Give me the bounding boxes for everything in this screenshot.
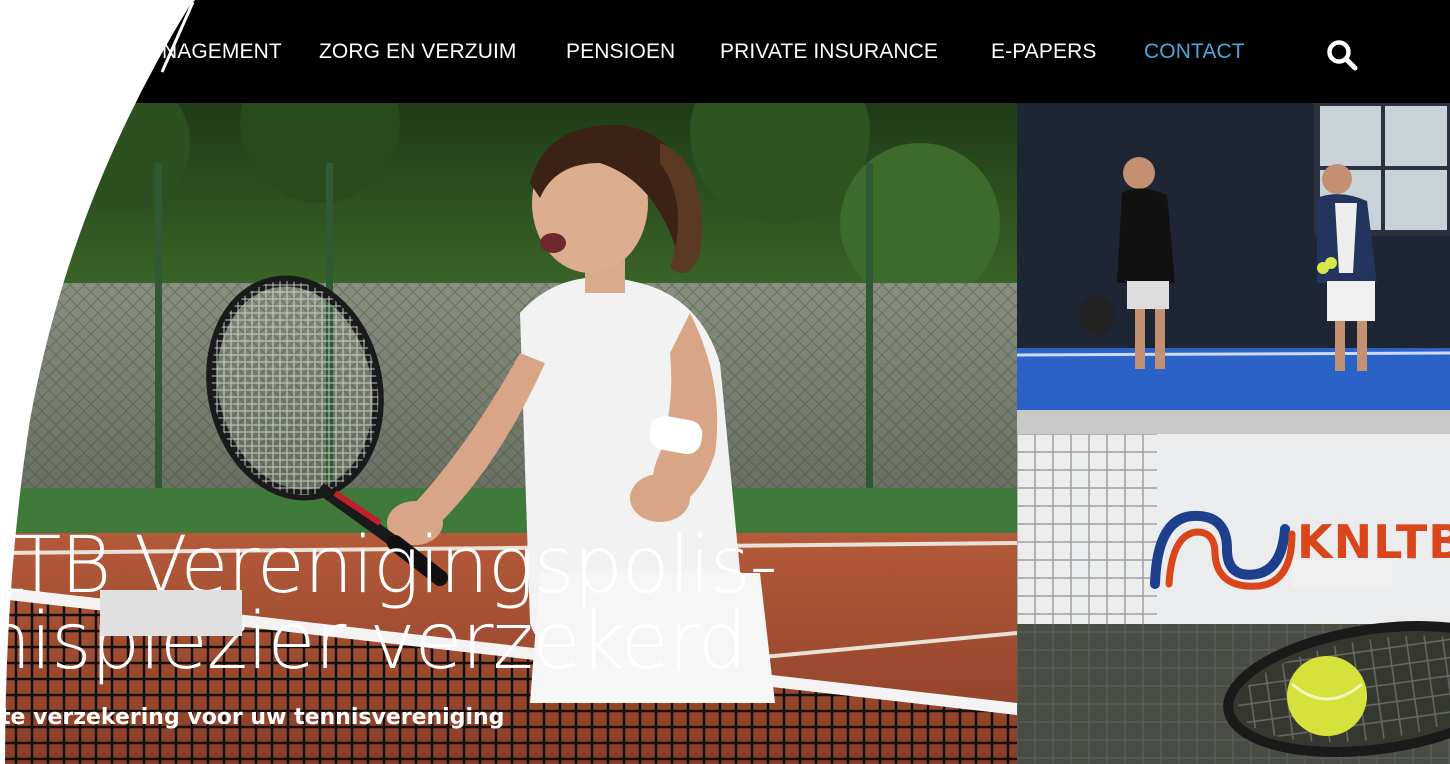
top-navigation: NAGEMENT ZORG EN VERZUIM PENSIOEN PRIVAT… — [0, 0, 1450, 103]
hero-subtitle: te verzekering voor uw tennisvereniging — [0, 705, 505, 730]
search-icon[interactable] — [1325, 38, 1359, 72]
tile-padel-players[interactable] — [1017, 103, 1450, 434]
nav-item-e-papers[interactable]: E-PAPERS — [991, 40, 1096, 64]
nav-item-pensioen[interactable]: PENSIOEN — [566, 40, 675, 64]
redacted-block — [100, 590, 242, 636]
nav-item-contact[interactable]: CONTACT — [1144, 40, 1245, 64]
knltb-logo-icon — [1150, 510, 1296, 590]
nav-item-management[interactable]: NAGEMENT — [162, 40, 282, 64]
redacted-block — [1292, 560, 1392, 588]
nav-item-private-insurance[interactable]: PRIVATE INSURANCE — [720, 40, 938, 64]
nav-item-zorg-en-verzuim[interactable]: ZORG EN VERZUIM — [319, 40, 517, 64]
tile-knltb-racket[interactable] — [1017, 434, 1450, 764]
